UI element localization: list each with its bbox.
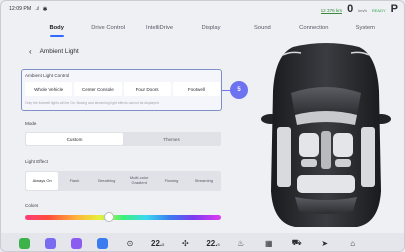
light-effect-selector: Always On Flash Breathing Multi-color Gr…: [25, 171, 221, 191]
apps-grid-icon[interactable]: ▦: [262, 239, 276, 248]
car-link-icon[interactable]: ⊙: [123, 239, 137, 248]
tab-sound[interactable]: Sound: [237, 25, 288, 39]
status-bar: 12:09 PM ..ıl ✱ 12 376 km 0 km/h READY P: [1, 1, 404, 17]
seat-heat-icon[interactable]: ♨: [234, 239, 248, 248]
annotation-connector: [222, 89, 230, 91]
color-slider[interactable]: [25, 215, 221, 220]
page-header: ‹ Ambient Light: [29, 47, 79, 56]
settings-tabs: Body Drive Control IntelliDrive Display …: [31, 25, 391, 39]
zone-whole-vehicle-button[interactable]: Whole Vehicle: [25, 82, 73, 96]
ambient-light-control-title: Ambient Light Control: [25, 73, 70, 78]
effect-always-on-button[interactable]: Always On: [26, 172, 59, 190]
color-slider-thumb[interactable]: [104, 212, 115, 222]
zone-footwell-button[interactable]: Footwell: [172, 82, 220, 96]
effect-multicolor-gradient-button[interactable]: Multi-color Gradient: [123, 172, 155, 190]
zone-note: Only the footwell lights will be On, flo…: [25, 101, 159, 105]
ambient-light-control-panel: Ambient Light Control Whole Vehicle Cent…: [21, 69, 222, 111]
tab-intellidrive[interactable]: IntelliDrive: [134, 25, 185, 39]
right-temp-value: 22.: [206, 238, 218, 248]
left-temperature[interactable]: 22. 5: [151, 239, 164, 248]
fan-icon[interactable]: ✣: [178, 239, 192, 248]
tab-display[interactable]: Display: [185, 25, 236, 39]
music-app-icon[interactable]: [97, 237, 108, 249]
clock: 12:09 PM: [9, 6, 32, 12]
back-chevron-icon[interactable]: ‹: [29, 47, 32, 56]
ready-indicator: READY: [371, 8, 386, 13]
step-badge: 5: [230, 81, 248, 99]
mode-label: Mode: [25, 121, 37, 126]
page-title: Ambient Light: [39, 48, 79, 55]
bottom-dock: ⊙ 22. 5 ✣ 22. 5 ♨ ▦ ⛟ ➤ ⌂: [1, 233, 404, 251]
mode-custom-button[interactable]: Custom: [26, 133, 123, 145]
right-temp-decimal: 5: [217, 241, 220, 247]
effect-flowing-button[interactable]: Flowing: [155, 172, 187, 190]
tab-connection[interactable]: Connection: [288, 25, 339, 39]
right-temperature[interactable]: 22. 5: [206, 239, 219, 248]
video-app-icon[interactable]: [71, 237, 82, 249]
media-app-icon[interactable]: [45, 237, 56, 249]
effect-flash-button[interactable]: Flash: [58, 172, 90, 190]
effect-streaming-button[interactable]: Streaming: [188, 172, 220, 190]
phone-app-icon[interactable]: [19, 237, 30, 249]
navigation-icon[interactable]: ➤: [318, 239, 332, 248]
tab-system[interactable]: System: [340, 25, 391, 39]
colors-label: Colors: [25, 203, 39, 208]
left-temp-decimal: 5: [162, 241, 165, 247]
effect-breathing-button[interactable]: Breathing: [91, 172, 123, 190]
zone-center-console-button[interactable]: Center Console: [74, 82, 122, 96]
gear-indicator: P: [390, 3, 398, 15]
zone-four-doors-button[interactable]: Four Doors: [123, 82, 171, 96]
home-icon[interactable]: ⌂: [346, 239, 360, 248]
bluetooth-icon: ✱: [42, 6, 48, 13]
mode-themes-button[interactable]: Themes: [123, 133, 220, 145]
mode-selector: Custom Themes: [25, 132, 221, 146]
screen-frame: 12:09 PM ..ıl ✱ 12 376 km 0 km/h READY P…: [0, 0, 405, 252]
battery-range: 12 376 km: [320, 8, 343, 14]
vehicle-icon[interactable]: ⛟: [290, 238, 304, 248]
light-effect-label: Light Effect: [25, 159, 48, 164]
car-preview: [253, 41, 399, 229]
zone-selector: Whole Vehicle Center Console Four Doors …: [25, 82, 220, 96]
speed-unit: km/h: [358, 8, 367, 13]
tab-drive-control[interactable]: Drive Control: [82, 25, 133, 39]
speed-readout: 0: [347, 3, 354, 15]
left-temp-value: 22.: [151, 238, 163, 248]
tab-body[interactable]: Body: [31, 25, 82, 39]
signal-icon: ..ıl: [35, 6, 39, 12]
car-top-view-image: [261, 43, 391, 227]
